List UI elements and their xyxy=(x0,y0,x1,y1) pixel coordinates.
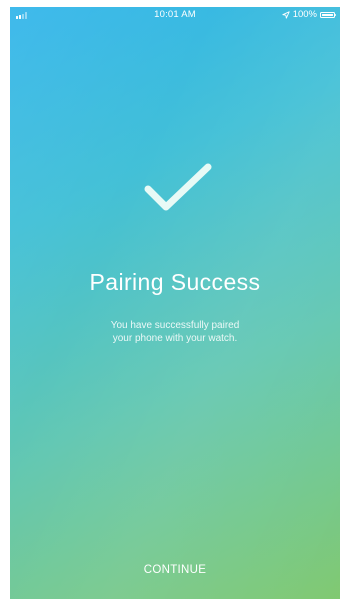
continue-button[interactable]: CONTINUE xyxy=(110,559,240,581)
message-line-2: your phone with your watch. xyxy=(112,332,238,344)
background-sheen xyxy=(10,7,340,599)
battery-percent: 100% xyxy=(292,9,317,20)
success-message: You have successfully paired your phone … xyxy=(60,320,290,345)
pairing-success-screen: 10:01 AM 100% Pairing Success You have s… xyxy=(10,7,340,599)
page-title: Pairing Success xyxy=(89,269,261,295)
checkmark-icon xyxy=(144,163,212,211)
status-right-group: 100% xyxy=(282,9,336,20)
location-arrow-icon xyxy=(282,10,290,19)
message-line-1: You have successfully paired xyxy=(110,320,240,331)
battery-icon xyxy=(320,11,336,18)
status-bar: 10:01 AM 100% xyxy=(10,7,340,23)
